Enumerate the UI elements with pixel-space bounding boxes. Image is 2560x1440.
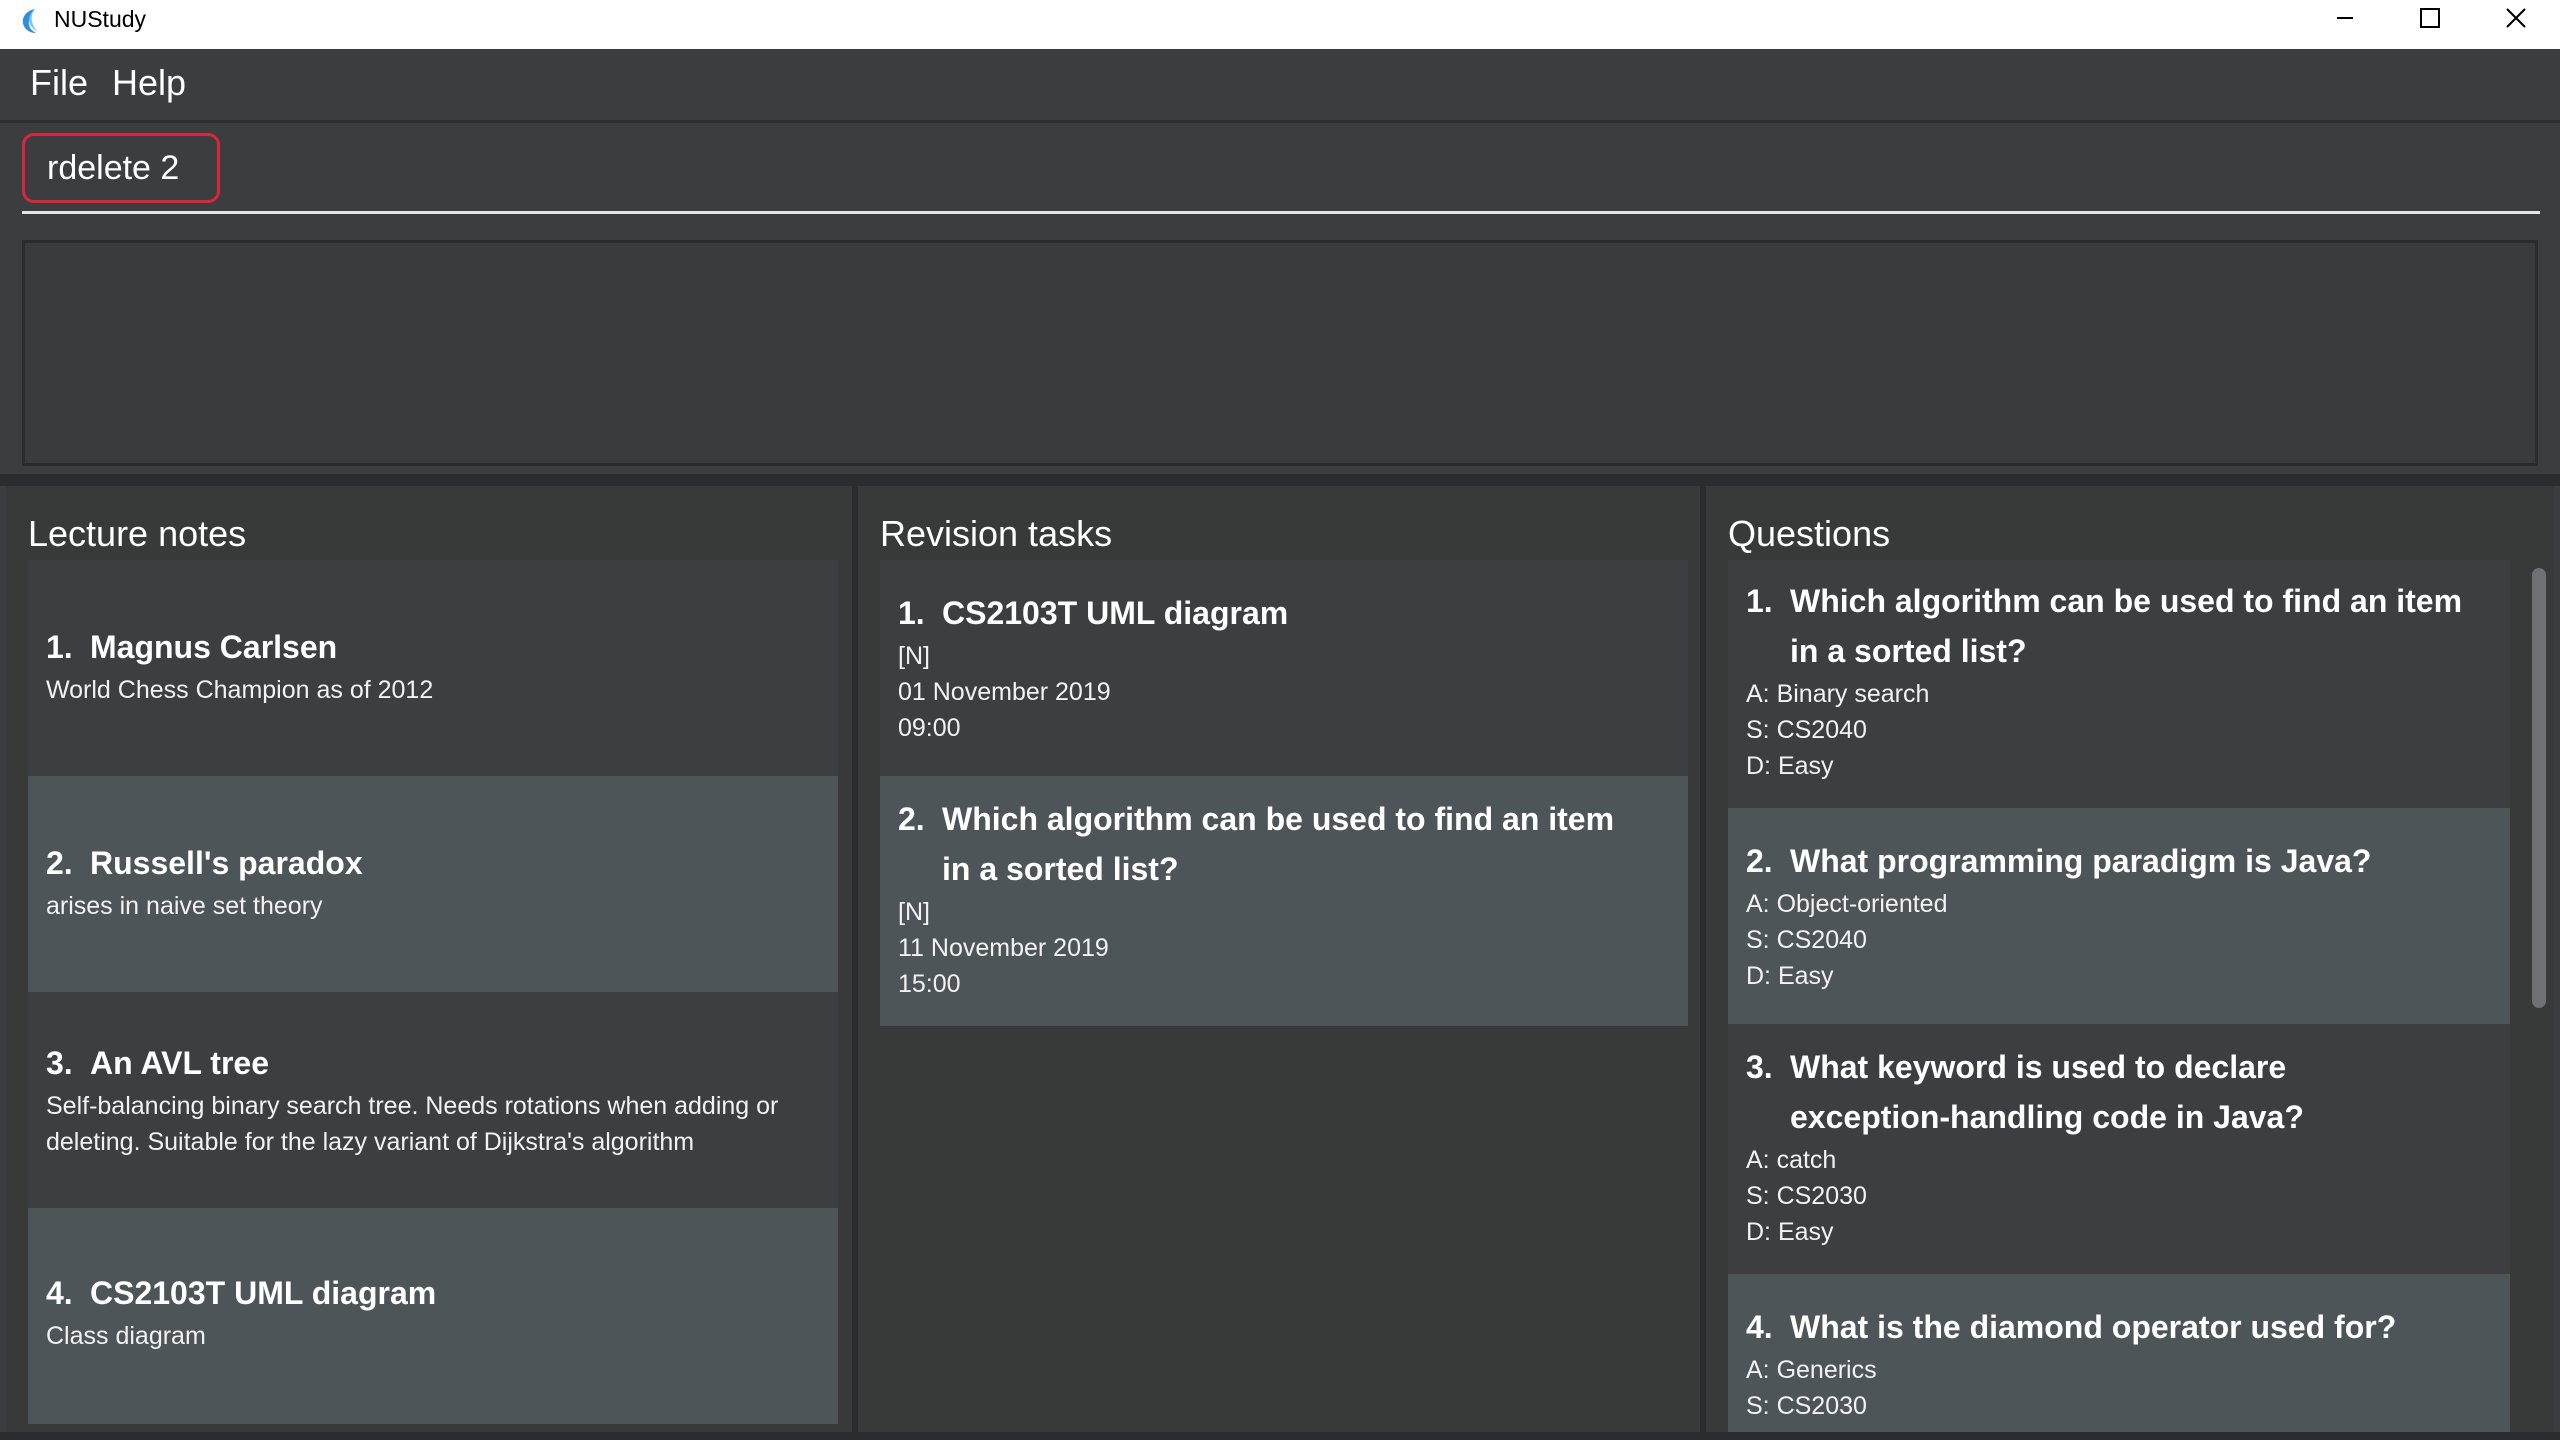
list-item[interactable]: 2. Russell's paradox arises in naive set …: [28, 776, 838, 992]
list-item[interactable]: 1. Magnus Carlsen World Chess Champion as…: [28, 560, 838, 776]
app-logo-icon: [22, 9, 38, 33]
close-button[interactable]: [2476, 0, 2556, 36]
task-time: 15:00: [898, 970, 961, 998]
list-item[interactable]: 1. CS2103T UML diagram [N] 01 November 20…: [880, 560, 1688, 776]
menu-help[interactable]: Help: [112, 61, 186, 105]
question-subject: S: CS2040: [1746, 716, 1867, 744]
note-content: deleting. Suitable for the lazy variant …: [46, 1128, 695, 1156]
revision-tasks-heading: Revision tasks: [880, 513, 1113, 554]
task-date: 01 November 2019: [898, 678, 1111, 706]
item-title: Russell's paradox: [90, 845, 363, 881]
note-title: 4. CS2103T UML diagram: [46, 1268, 820, 1318]
item-title: Magnus Carlsen: [90, 629, 338, 665]
minimize-icon: [2337, 17, 2353, 19]
note-content: Self-balancing binary search tree. Needs…: [46, 1092, 779, 1120]
question-answer: A: catch: [1746, 1146, 1837, 1174]
questions-panel: Questions 1. Which algorithm can be used …: [1706, 486, 2554, 1440]
menu-file[interactable]: File: [30, 61, 88, 105]
item-title: What programming paradigm is Java?: [1790, 843, 2372, 879]
note-content: Class diagram: [46, 1322, 206, 1350]
question-difficulty: D: Easy: [1746, 1218, 1834, 1246]
question-subject: S: CS2040: [1746, 926, 1867, 954]
task-type: [N]: [898, 898, 930, 926]
main-window: File Help rdelete 2 Lecture notes 1. Magn…: [0, 49, 2560, 1440]
question-subject: S: CS2030: [1746, 1392, 1867, 1420]
list-item[interactable]: 3. What keyword is used to declare except…: [1728, 1024, 2510, 1274]
task-title: 2. Which algorithm can be used to find an…: [898, 794, 1670, 894]
item-title: Which algorithm can be used to find an i…: [942, 801, 1615, 887]
item-index: 3.: [1746, 1049, 1773, 1085]
question-title: 3. What keyword is used to declare except…: [1746, 1042, 2492, 1142]
list-item[interactable]: 1. Which algorithm can be used to find an…: [1728, 560, 2510, 808]
list-item[interactable]: 4. CS2103T UML diagram Class diagram: [28, 1208, 838, 1424]
bottom-border: [0, 1432, 2560, 1440]
questions-scrollbar[interactable]: [2532, 568, 2546, 1008]
question-title: 2. What programming paradigm is Java?: [1746, 836, 2492, 886]
note-title: 1. Magnus Carlsen: [46, 622, 820, 672]
item-index: 1.: [46, 629, 73, 665]
title-bar: NUStudy: [0, 0, 2560, 49]
scrollbar-thumb[interactable]: [2532, 568, 2546, 1008]
question-title: 1. Which algorithm can be used to find an…: [1746, 576, 2492, 676]
note-title: 3. An AVL tree: [46, 1038, 820, 1088]
task-time: 09:00: [898, 714, 961, 742]
question-difficulty: D: Easy: [1746, 752, 1834, 780]
result-display: [22, 240, 2538, 466]
command-input[interactable]: rdelete 2: [22, 133, 220, 203]
section-divider: [0, 474, 2560, 486]
list-item[interactable]: 2. What programming paradigm is Java? A: …: [1728, 808, 2510, 1024]
item-title: An AVL tree: [90, 1045, 269, 1081]
note-title: 2. Russell's paradox: [46, 838, 820, 888]
question-answer: A: Binary search: [1746, 680, 1930, 708]
item-title: CS2103T UML diagram: [90, 1275, 437, 1311]
item-title: Which algorithm can be used to find an i…: [1790, 583, 2463, 669]
maximize-button[interactable]: [2390, 0, 2470, 36]
item-title: What is the diamond operator used for?: [1790, 1309, 2397, 1345]
result-text: [25, 243, 2535, 275]
item-index: 2.: [46, 845, 73, 881]
question-title: 4. What is the diamond operator used for?: [1746, 1302, 2492, 1352]
item-index: 2.: [1746, 843, 1773, 879]
question-difficulty: D: Easy: [1746, 962, 1834, 990]
item-index: 1.: [1746, 583, 1773, 619]
lecture-notes-heading: Lecture notes: [28, 513, 247, 554]
list-item[interactable]: 2. Which algorithm can be used to find an…: [880, 776, 1688, 1026]
task-date: 11 November 2019: [898, 934, 1109, 962]
minimize-button[interactable]: [2305, 0, 2385, 36]
note-content: World Chess Champion as of 2012: [46, 676, 434, 704]
item-index: 4.: [1746, 1309, 1773, 1345]
list-item[interactable]: 4. What is the diamond operator used for?…: [1728, 1274, 2510, 1440]
item-index: 1.: [898, 595, 925, 631]
question-subject: S: CS2030: [1746, 1182, 1867, 1210]
command-underline: [22, 211, 2540, 214]
question-answer: A: Object-oriented: [1746, 890, 1948, 918]
maximize-icon: [2420, 8, 2440, 28]
menu-divider: [0, 120, 2560, 123]
item-title: What keyword is used to declare exceptio…: [1790, 1049, 2304, 1135]
close-icon: [2506, 8, 2526, 28]
item-index: 4.: [46, 1275, 73, 1311]
task-title: 1. CS2103T UML diagram: [898, 588, 1670, 638]
item-index: 3.: [46, 1045, 73, 1081]
window-title: NUStudy: [54, 6, 147, 32]
item-index: 2.: [898, 801, 925, 837]
revision-tasks-panel: Revision tasks 1. CS2103T UML diagram [N]…: [858, 486, 1700, 1440]
task-type: [N]: [898, 642, 930, 670]
question-answer: A: Generics: [1746, 1356, 1877, 1384]
questions-heading: Questions: [1728, 513, 1891, 554]
item-title: CS2103T UML diagram: [942, 595, 1289, 631]
list-item[interactable]: 3. An AVL tree Self-balancing binary sear…: [28, 992, 838, 1208]
menu-bar: File Help: [0, 49, 2560, 120]
note-content: arises in naive set theory: [46, 892, 323, 920]
lecture-notes-panel: Lecture notes 1. Magnus Carlsen World Che…: [6, 486, 852, 1440]
